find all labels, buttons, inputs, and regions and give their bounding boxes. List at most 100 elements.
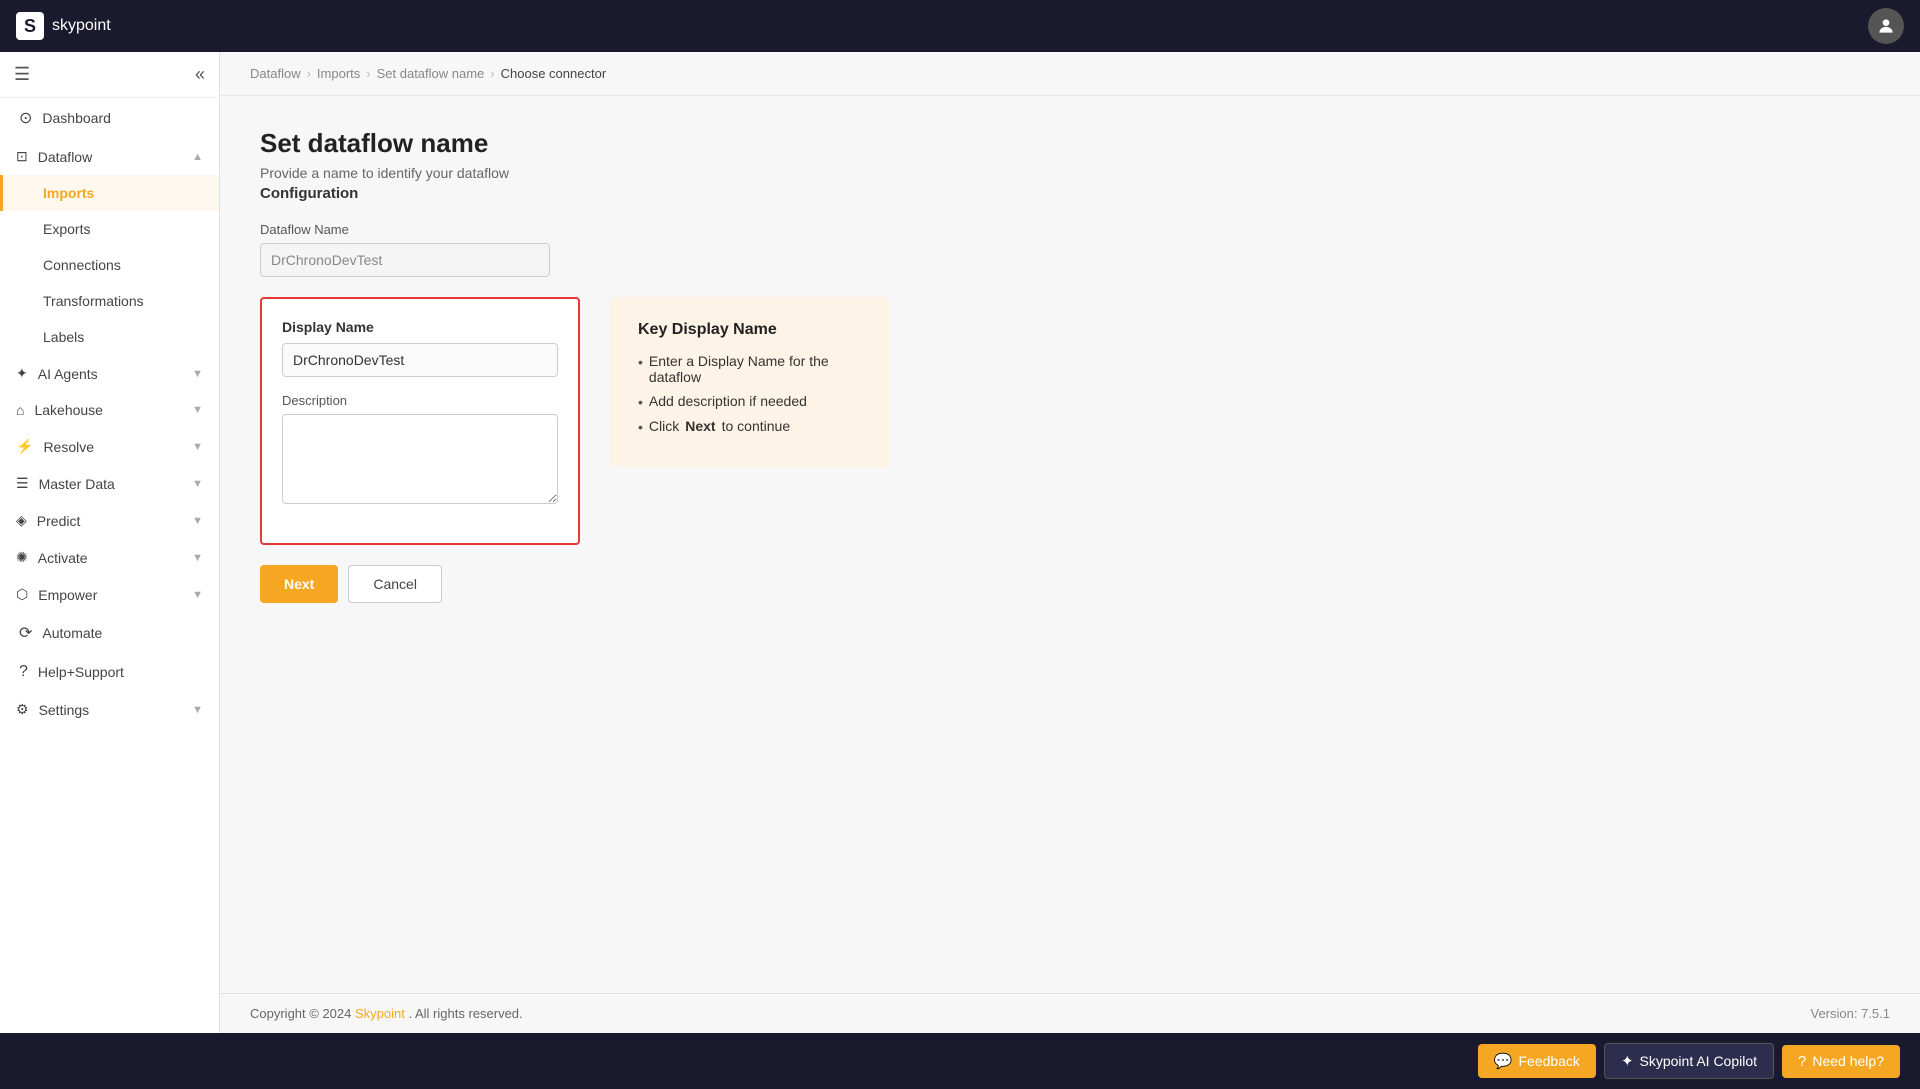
sidebar-item-imports[interactable]: Imports — [0, 175, 219, 211]
bc-imports[interactable]: Imports — [317, 66, 360, 81]
sidebar-item-dashboard[interactable]: ⊙ Dashboard — [0, 98, 219, 138]
topbar: S skypoint — [0, 0, 1920, 52]
breadcrumb: Dataflow › Imports › Set dataflow name ›… — [220, 52, 1920, 96]
settings-icon: ⚙ — [16, 701, 29, 718]
sidebar-label-settings: Settings — [39, 702, 183, 718]
action-bar: 💬 Feedback ✦ Skypoint AI Copilot ? Need … — [0, 1033, 1920, 1089]
sidebar-item-settings[interactable]: ⚙ Settings ▼ — [0, 691, 219, 728]
hint-box: Key Display Name Enter a Display Name fo… — [610, 297, 890, 467]
sidebar-item-predict[interactable]: ◈ Predict ▼ — [0, 502, 219, 539]
help-button[interactable]: ? Need help? — [1782, 1045, 1900, 1078]
display-name-label: Display Name — [282, 319, 558, 335]
sidebar-label-connections: Connections — [43, 257, 203, 273]
sidebar-item-empower[interactable]: ⬡ Empower ▼ — [0, 576, 219, 613]
description-label: Description — [282, 393, 558, 408]
footer: Copyright © 2024 Skypoint . All rights r… — [220, 993, 1920, 1033]
help-label: Need help? — [1812, 1053, 1884, 1069]
feedback-button[interactable]: 💬 Feedback — [1478, 1044, 1596, 1078]
sidebar-label-ai-agents: AI Agents — [38, 366, 182, 382]
sidebar-label-master-data: Master Data — [39, 476, 183, 492]
topbar-logo: S skypoint — [16, 12, 111, 40]
sidebar-item-master-data[interactable]: ☰ Master Data ▼ — [0, 465, 219, 502]
user-avatar[interactable] — [1868, 8, 1904, 44]
dataflow-subnav: Imports Exports Connections Transformati… — [0, 175, 219, 355]
section-title: Configuration — [260, 185, 1880, 202]
footer-rights: . All rights reserved. — [408, 1006, 522, 1021]
sidebar-label-dashboard: Dashboard — [42, 110, 203, 126]
hint-item-3: Click Next to continue — [638, 418, 862, 435]
sidebar-label-dataflow: Dataflow — [38, 149, 182, 165]
sidebar-item-resolve[interactable]: ⚡ Resolve ▼ — [0, 428, 219, 465]
bc-sep-3: › — [490, 66, 494, 81]
topbar-left: S skypoint — [16, 12, 111, 40]
help-support-icon: ? — [19, 663, 28, 681]
copilot-icon: ✦ — [1621, 1052, 1634, 1070]
resolve-icon: ⚡ — [16, 438, 33, 455]
chevron-down-icon: ▼ — [192, 404, 203, 416]
sidebar: ☰ « ⊙ Dashboard ⊡ Dataflow ▲ Imports Exp… — [0, 52, 220, 1033]
sidebar-label-transformations: Transformations — [43, 293, 203, 309]
app-name: skypoint — [52, 17, 111, 35]
chevron-down-icon: ▼ — [192, 368, 203, 380]
predict-icon: ◈ — [16, 512, 27, 529]
cancel-button[interactable]: Cancel — [348, 565, 442, 603]
ai-agents-icon: ✦ — [16, 365, 28, 382]
bc-dataflow[interactable]: Dataflow — [250, 66, 301, 81]
sidebar-label-resolve: Resolve — [43, 439, 182, 455]
automate-icon: ⟳ — [19, 623, 32, 643]
chevron-up-icon: ▲ — [192, 151, 203, 163]
copilot-label: Skypoint AI Copilot — [1640, 1053, 1758, 1069]
collapse-icon[interactable]: « — [195, 64, 205, 85]
sidebar-item-activate[interactable]: ✺ Activate ▼ — [0, 539, 219, 576]
page-content: Set dataflow name Provide a name to iden… — [220, 96, 1920, 993]
sidebar-label-labels: Labels — [43, 329, 203, 345]
next-button[interactable]: Next — [260, 565, 338, 603]
sidebar-item-help-support[interactable]: ? Help+Support — [0, 653, 219, 691]
sidebar-item-transformations[interactable]: Transformations — [0, 283, 219, 319]
page-subtitle: Provide a name to identify your dataflow — [260, 165, 1880, 181]
footer-copyright: Copyright © 2024 — [250, 1006, 351, 1021]
dataflow-name-group: Dataflow Name — [260, 222, 1880, 277]
hamburger-icon[interactable]: ☰ — [14, 64, 30, 85]
form-box: Display Name Description — [260, 297, 580, 545]
bc-set-dataflow-name[interactable]: Set dataflow name — [377, 66, 485, 81]
sidebar-label-predict: Predict — [37, 513, 182, 529]
sidebar-item-automate[interactable]: ⟳ Automate — [0, 613, 219, 653]
sidebar-label-activate: Activate — [38, 550, 182, 566]
sidebar-item-exports[interactable]: Exports — [0, 211, 219, 247]
page-title: Set dataflow name — [260, 128, 1880, 159]
footer-brand-link[interactable]: Skypoint — [355, 1006, 405, 1021]
chevron-down-icon: ▼ — [192, 478, 203, 490]
description-textarea[interactable] — [282, 414, 558, 504]
display-name-input[interactable] — [282, 343, 558, 377]
activate-icon: ✺ — [16, 549, 28, 566]
sidebar-label-imports: Imports — [43, 185, 203, 201]
help-icon: ? — [1798, 1053, 1806, 1070]
dataflow-name-input[interactable] — [260, 243, 550, 277]
footer-version: Version: 7.5.1 — [1811, 1006, 1891, 1021]
feedback-icon: 💬 — [1494, 1052, 1513, 1070]
sidebar-label-lakehouse: Lakehouse — [34, 402, 182, 418]
sidebar-item-lakehouse[interactable]: ⌂ Lakehouse ▼ — [0, 392, 219, 428]
hint-list: Enter a Display Name for the dataflow Ad… — [638, 353, 862, 435]
sidebar-label-empower: Empower — [38, 587, 182, 603]
sidebar-item-ai-agents[interactable]: ✦ AI Agents ▼ — [0, 355, 219, 392]
sidebar-label-exports: Exports — [43, 221, 203, 237]
chevron-down-icon: ▼ — [192, 441, 203, 453]
dataflow-name-label: Dataflow Name — [260, 222, 1880, 237]
sidebar-controls: ☰ « — [0, 52, 219, 98]
chevron-down-icon: ▼ — [192, 552, 203, 564]
footer-left: Copyright © 2024 Skypoint . All rights r… — [250, 1006, 523, 1021]
sidebar-item-connections[interactable]: Connections — [0, 247, 219, 283]
hint-item-2: Add description if needed — [638, 393, 862, 410]
sidebar-item-labels[interactable]: Labels — [0, 319, 219, 355]
empower-icon: ⬡ — [16, 586, 28, 603]
lakehouse-icon: ⌂ — [16, 402, 24, 418]
dataflow-icon: ⊡ — [16, 148, 28, 165]
logo-icon: S — [16, 12, 44, 40]
feedback-label: Feedback — [1518, 1053, 1579, 1069]
hint-title: Key Display Name — [638, 321, 862, 339]
sidebar-label-help-support: Help+Support — [38, 664, 203, 680]
copilot-button[interactable]: ✦ Skypoint AI Copilot — [1604, 1043, 1774, 1079]
sidebar-item-dataflow[interactable]: ⊡ Dataflow ▲ — [0, 138, 219, 175]
